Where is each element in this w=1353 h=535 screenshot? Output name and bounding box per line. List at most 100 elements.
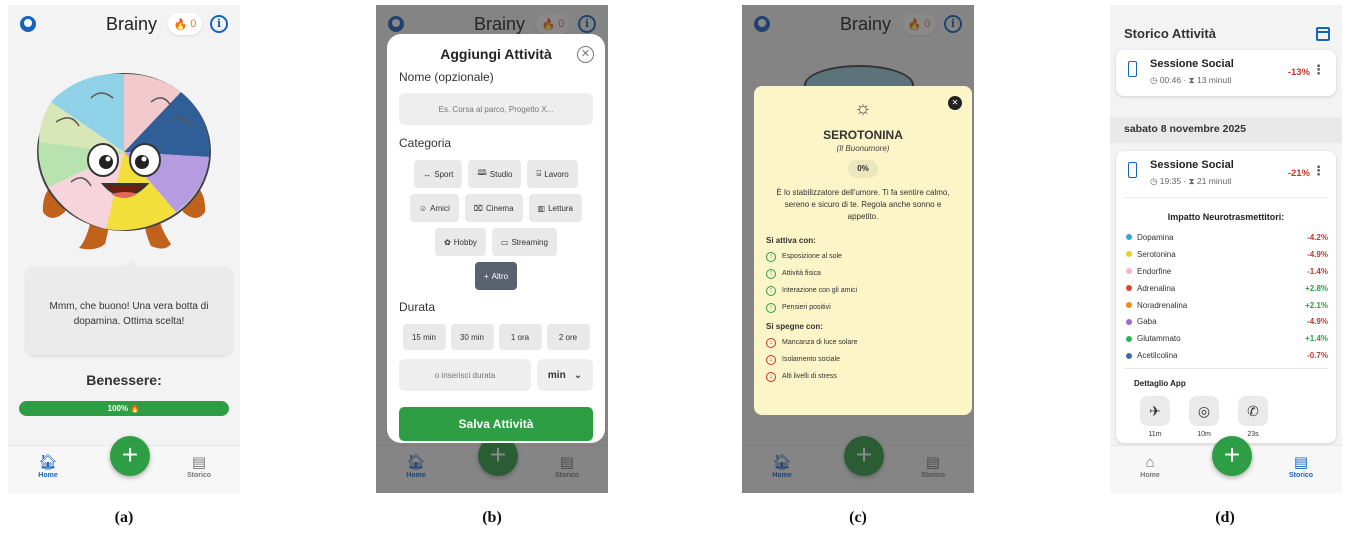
save-activity-button[interactable]: Salva Attività [399,407,593,441]
category-chip-lavoro[interactable]: ⌸ Lavoro [527,160,578,188]
nav-history-label: Storico [186,472,212,479]
date-header: sabato 8 novembre 2025 [1110,117,1342,143]
activator-item: ↑ Interazione con gli amici [766,282,960,299]
more-vert-icon[interactable]: ⋮ [1312,63,1325,76]
nav-history[interactable]: ▤Storico [1276,454,1326,479]
nav-home-label: Home [38,472,58,479]
briefcase-icon: ⌸ [536,169,542,178]
app-usage-whatsapp[interactable]: ✆ 23s [1238,396,1268,438]
app-usage-telegram[interactable]: ✈ 11m [1140,396,1170,438]
session-impact: -13% [1287,67,1310,78]
session-duration: 13 minuti [1196,75,1232,85]
color-dot-icon [1126,268,1132,275]
category-label: Categoria [399,136,452,150]
activator-label: Esposizione al sole [782,253,842,260]
session-card-expanded[interactable]: Sessione Social ◷ 19:35 · ⧗ 21 minuti -2… [1116,151,1336,443]
neurotransmitter-name: Noradrenalina [1137,300,1188,310]
neurotransmitter-delta: -4.9% [1307,249,1328,259]
category-chip-cinema[interactable]: ⌧ Cinema [464,194,523,222]
category-chip-studio[interactable]: 🕮 Studio [468,160,522,188]
info-icon[interactable]: i [210,15,228,33]
friends-icon: ☺ [419,203,428,213]
add-activity-button[interactable]: + [110,436,150,476]
duration-label: Durata [399,300,436,314]
bottom-nav: ⌂ Home + ▤ Storico [1110,436,1342,493]
neurotransmitter-description: È lo stabilizzatore dell'umore. Ti fa se… [776,188,950,221]
streak-badge[interactable]: 🔥0 [168,13,202,35]
neurotransmitter-delta: -0.7% [1307,351,1328,361]
session-name: Sessione Social [1150,58,1234,70]
hourglass-icon: ⧗ [1188,75,1197,85]
duration-chip-30min[interactable]: 30 min [450,324,494,350]
palette-icon: ✿ [444,237,451,247]
home-icon: 🏠︎ [38,454,58,471]
session-card[interactable]: Sessione Social ◷ 00:46 · ⧗ 13 minuti -1… [1116,50,1336,96]
close-icon[interactable]: ✕ [577,46,594,63]
nav-history[interactable]: ▤Storico [174,454,224,479]
chevron-down-icon: ⌄ [573,369,583,381]
whatsapp-icon: ✆ [1238,396,1268,427]
library-icon: ▥ [537,203,546,213]
color-dot-icon [1126,335,1132,342]
session-duration: 21 minuti [1196,176,1232,186]
deactivates-heading: Si spegne con: [766,322,823,331]
phone-icon [1128,162,1137,178]
app-usage-instagram[interactable]: ◎ 10m [1189,396,1219,438]
category-chip-sport[interactable]: ↔ Sport [414,160,463,188]
category-chip-amici[interactable]: ☺ Amici [410,194,459,222]
neurotransmitter-name: SEROTONINA [823,128,903,142]
custom-duration-input[interactable] [399,359,531,391]
neurotransmitter-label-group: Endorfine [1126,267,1171,276]
nav-home[interactable]: ⌂ Home [1125,454,1175,479]
duration-chip-1h[interactable]: 1 ora [498,324,542,350]
neurotransmitter-level: 0% [848,160,878,178]
neurotransmitter-row: Noradrenalina +2.1% [1116,297,1336,314]
flame-icon: 🔥 [130,404,141,413]
category-chip-streaming[interactable]: ▭ Streaming [491,228,557,256]
caption-b: (b) [482,509,502,526]
deactivator-item: ↓ Isolamento sociale [766,351,960,368]
category-chip-lettura[interactable]: ▥ Lettura [528,194,582,222]
mascot-message: Mmm, che buono! Una vera botta di dopami… [49,301,209,327]
chip-label: Amici [430,203,450,213]
brain-mascot[interactable] [31,62,217,252]
activator-label: Pensieri positivi [782,304,831,311]
duration-unit-select[interactable]: min ⌄ [537,359,593,391]
duration-chip-2h[interactable]: 2 ore [546,324,590,350]
profile-icon[interactable] [20,16,36,32]
activator-label: Attività fisica [782,270,821,277]
neurotransmitter-name: Gaba [1137,317,1157,327]
more-vert-icon[interactable]: ⋮ [1312,164,1325,177]
neurotransmitter-name: Glutammato [1137,334,1181,344]
category-chip-hobby[interactable]: ✿ Hobby [435,228,486,256]
neurotransmitter-delta: +1.4% [1305,334,1328,344]
hourglass-icon: ⧗ [1188,176,1197,186]
duration-chip-15min[interactable]: 15 min [402,324,446,350]
add-activity-modal: Aggiungi Attività ✕ Nome (opzionale) Cat… [387,34,605,443]
nav-home[interactable]: 🏠︎Home [23,454,73,479]
app-title: Brainy [106,14,158,34]
plus-icon: + [483,271,489,281]
category-chip-altro[interactable]: + Altro [474,262,518,290]
film-icon: ⌧ [473,203,483,213]
calendar-icon[interactable] [1316,27,1330,41]
chip-label: Hobby [453,237,477,247]
session-name: Sessione Social [1150,159,1234,171]
activity-name-input[interactable] [399,93,593,125]
nav-home-label: Home [1140,472,1160,479]
color-dot-icon [1126,318,1132,325]
wellbeing-value: 100% [107,404,129,413]
serotonin-info-card: ✕ ☼ SEROTONINA (Il Buonumore) 0% È lo st… [754,86,972,415]
add-activity-button[interactable]: + [1212,436,1252,476]
color-dot-icon [1126,285,1132,292]
close-icon[interactable]: ✕ [948,96,962,110]
activator-item: ↑ Pensieri positivi [766,299,960,316]
history-icon: ▤ [1293,454,1309,471]
activator-item: ↑ Esposizione al sole [766,248,960,265]
arrow-up-icon: ↑ [766,268,776,279]
arrow-down-icon: ↓ [766,354,776,365]
neurotransmitter-delta: -4.9% [1307,317,1328,327]
caption-c: (c) [849,509,867,526]
activator-label: Interazione con gli amici [782,287,858,294]
color-dot-icon [1126,302,1132,308]
